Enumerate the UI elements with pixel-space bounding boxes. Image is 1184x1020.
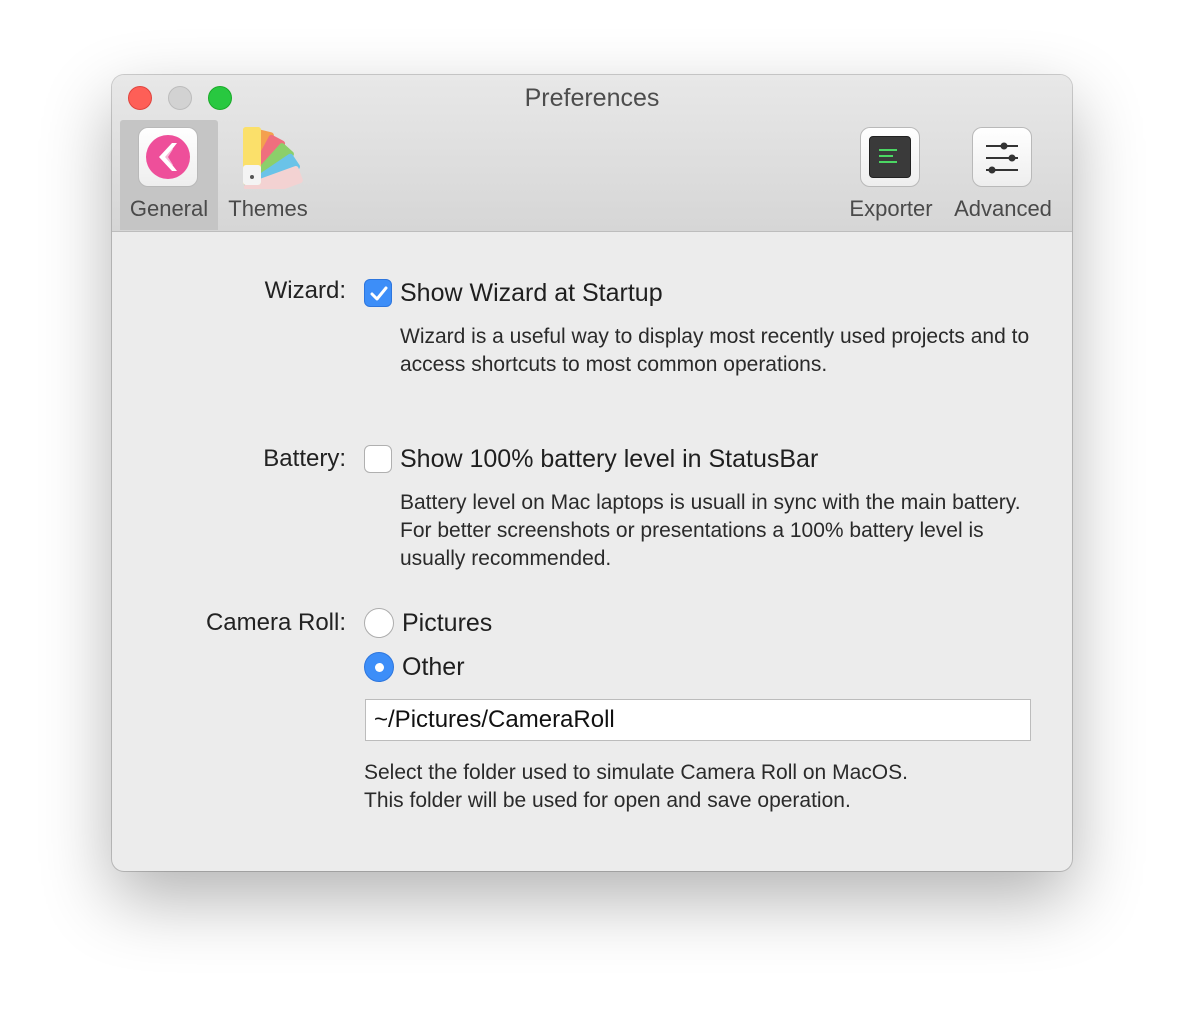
tab-advanced-label: Advanced: [954, 196, 1052, 221]
tab-advanced[interactable]: Advanced: [948, 120, 1058, 230]
color-swatch-fan-icon: [237, 127, 303, 189]
camera-roll-path-input[interactable]: [365, 699, 1031, 741]
battery-label: Battery:: [263, 445, 346, 472]
radio-other[interactable]: [364, 652, 394, 682]
show-wizard-label[interactable]: Show Wizard at Startup: [400, 279, 663, 308]
tab-exporter[interactable]: Exporter: [842, 120, 940, 230]
radio-pictures[interactable]: [364, 608, 394, 638]
camera-roll-help-line-1: Select the folder used to simulate Camer…: [364, 761, 908, 784]
tab-exporter-label: Exporter: [849, 196, 933, 221]
terminal-icon: [860, 127, 922, 189]
radio-other-label[interactable]: Other: [402, 653, 465, 682]
camera-roll-help-text: Select the folder used to simulate Camer…: [364, 759, 1044, 815]
radio-pictures-label[interactable]: Pictures: [402, 609, 492, 638]
wizard-label: Wizard:: [264, 277, 346, 304]
battery-level-label[interactable]: Show 100% battery level in StatusBar: [400, 445, 818, 474]
general-app-icon: [138, 127, 200, 189]
battery-level-checkbox[interactable]: [364, 445, 392, 473]
wizard-help-text: Wizard is a useful way to display most r…: [400, 325, 1030, 376]
tab-themes-label: Themes: [228, 196, 308, 221]
show-wizard-checkbox[interactable]: [364, 279, 392, 307]
preferences-window: Preferences General Themes Exporter Adva…: [112, 75, 1072, 871]
battery-help-text: Battery level on Mac laptops is usuall i…: [400, 491, 1021, 570]
sliders-icon: [972, 127, 1034, 189]
checkmark-icon: [370, 286, 388, 301]
tab-themes[interactable]: Themes: [222, 120, 314, 230]
window-title: Preferences: [524, 84, 660, 112]
general-settings-pane: Wizard: Show Wizard at Startup Wizard is…: [112, 232, 1072, 871]
tab-general[interactable]: General: [120, 120, 218, 230]
titlebar-toolbar: Preferences General Themes Exporter Adva…: [112, 75, 1072, 232]
camera-roll-label: Camera Roll:: [205, 609, 346, 636]
camera-roll-help-line-2: This folder will be used for open and sa…: [364, 789, 851, 812]
tab-general-label: General: [129, 196, 209, 221]
